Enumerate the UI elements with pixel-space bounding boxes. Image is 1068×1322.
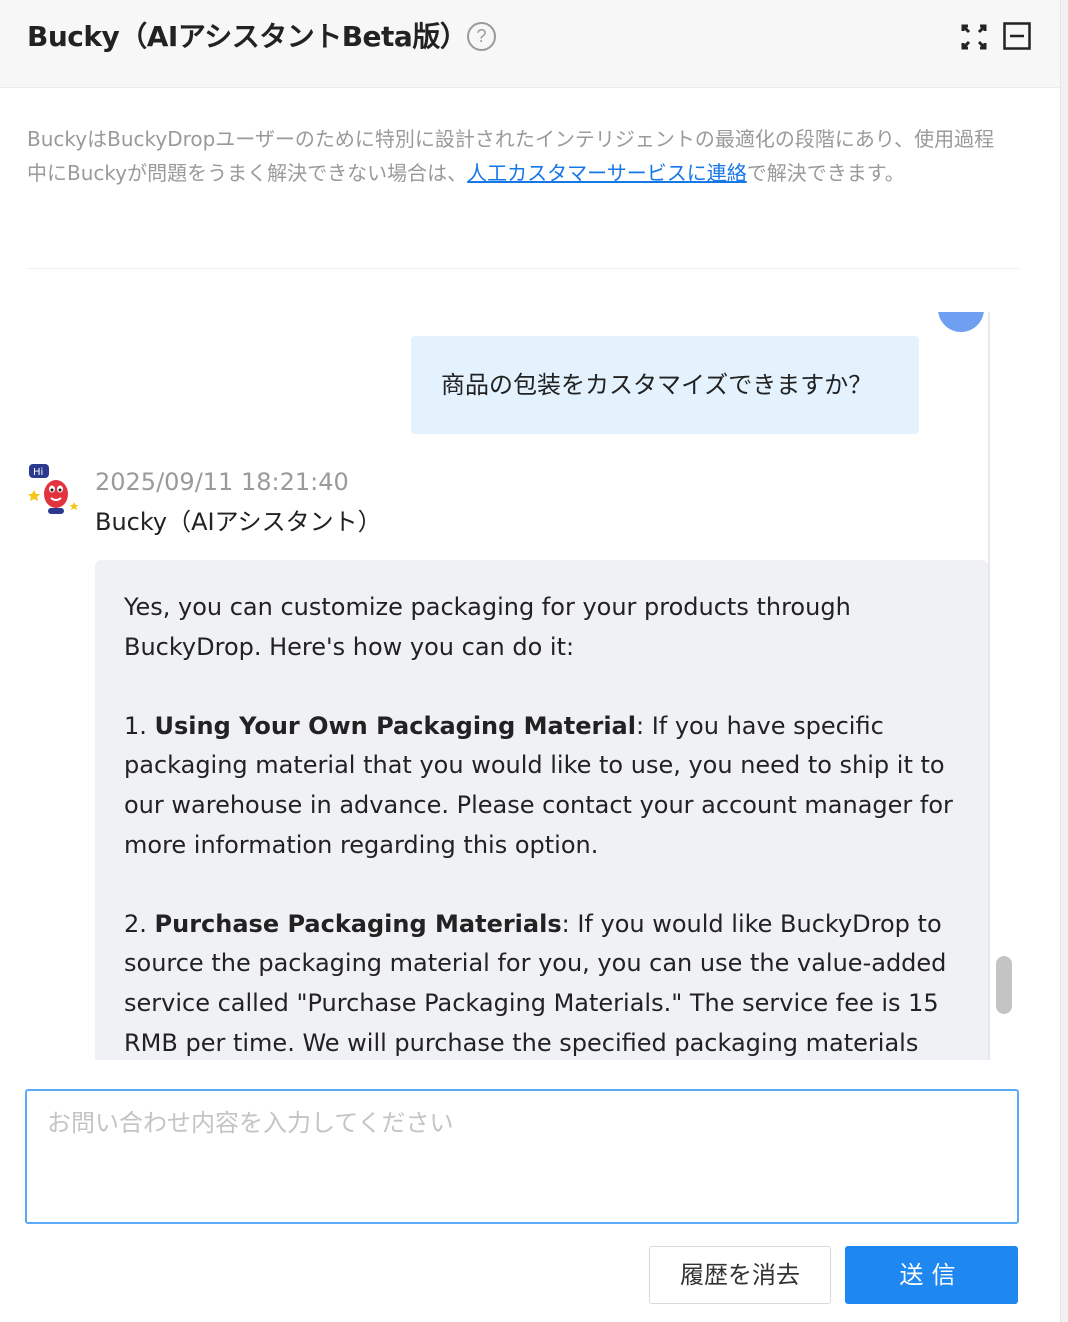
svg-text:Hi: Hi: [33, 467, 43, 478]
item-number: 2.: [124, 909, 155, 938]
item-title: Using Your Own Packaging Material: [154, 711, 636, 740]
bot-reply-item-1: 1. Using Your Own Packaging Material: If…: [124, 707, 960, 865]
chat-scroll-track[interactable]: [988, 312, 990, 1060]
bot-reply-intro: Yes, you can customize packaging for you…: [124, 593, 851, 661]
notice-text-end: で解決できます。: [746, 161, 905, 185]
send-button[interactable]: 送信: [845, 1246, 1018, 1304]
chat-history[interactable]: 商品の包装をカスタマイズできますか？ Hi 2025/09/11 18:21:4…: [0, 312, 990, 1060]
item-title: Purchase Packaging Materials: [154, 909, 562, 938]
assistant-panel: Bucky（AIアシスタントBeta版） ? BuckyはBuckyDropユー…: [0, 0, 1060, 1322]
chat-scrollbar-thumb[interactable]: [996, 956, 1012, 1014]
message-timestamp: 2025/09/11 18:21:40: [95, 468, 349, 496]
expand-icon[interactable]: [961, 24, 987, 50]
clear-history-button[interactable]: 履歴を消去: [649, 1246, 831, 1304]
service-notice: BuckyはBuckyDropユーザーのために特別に設計されたインテリジェントの…: [27, 122, 1012, 190]
bot-reply-item-2: 2. Purchase Packaging Materials: If you …: [124, 905, 960, 1060]
bot-name: Bucky（AIアシスタント）: [95, 508, 382, 536]
item-number: 1.: [124, 711, 155, 740]
window-edge: [1060, 0, 1068, 1322]
bot-message-bubble: Yes, you can customize packaging for you…: [95, 560, 988, 1060]
message-input[interactable]: [25, 1089, 1019, 1224]
minimize-icon[interactable]: [1003, 22, 1031, 50]
panel-header: Bucky（AIアシスタントBeta版） ?: [0, 0, 1060, 88]
human-support-link[interactable]: 人工カスタマーサービスに連絡: [467, 161, 747, 185]
question-circle-icon[interactable]: ?: [467, 22, 496, 51]
panel-title: Bucky（AIアシスタントBeta版）: [27, 20, 468, 53]
user-avatar: [938, 312, 984, 332]
divider: [27, 268, 1019, 269]
user-message-bubble: 商品の包装をカスタマイズできますか？: [411, 336, 919, 434]
bucky-mascot-avatar: Hi: [28, 464, 79, 514]
